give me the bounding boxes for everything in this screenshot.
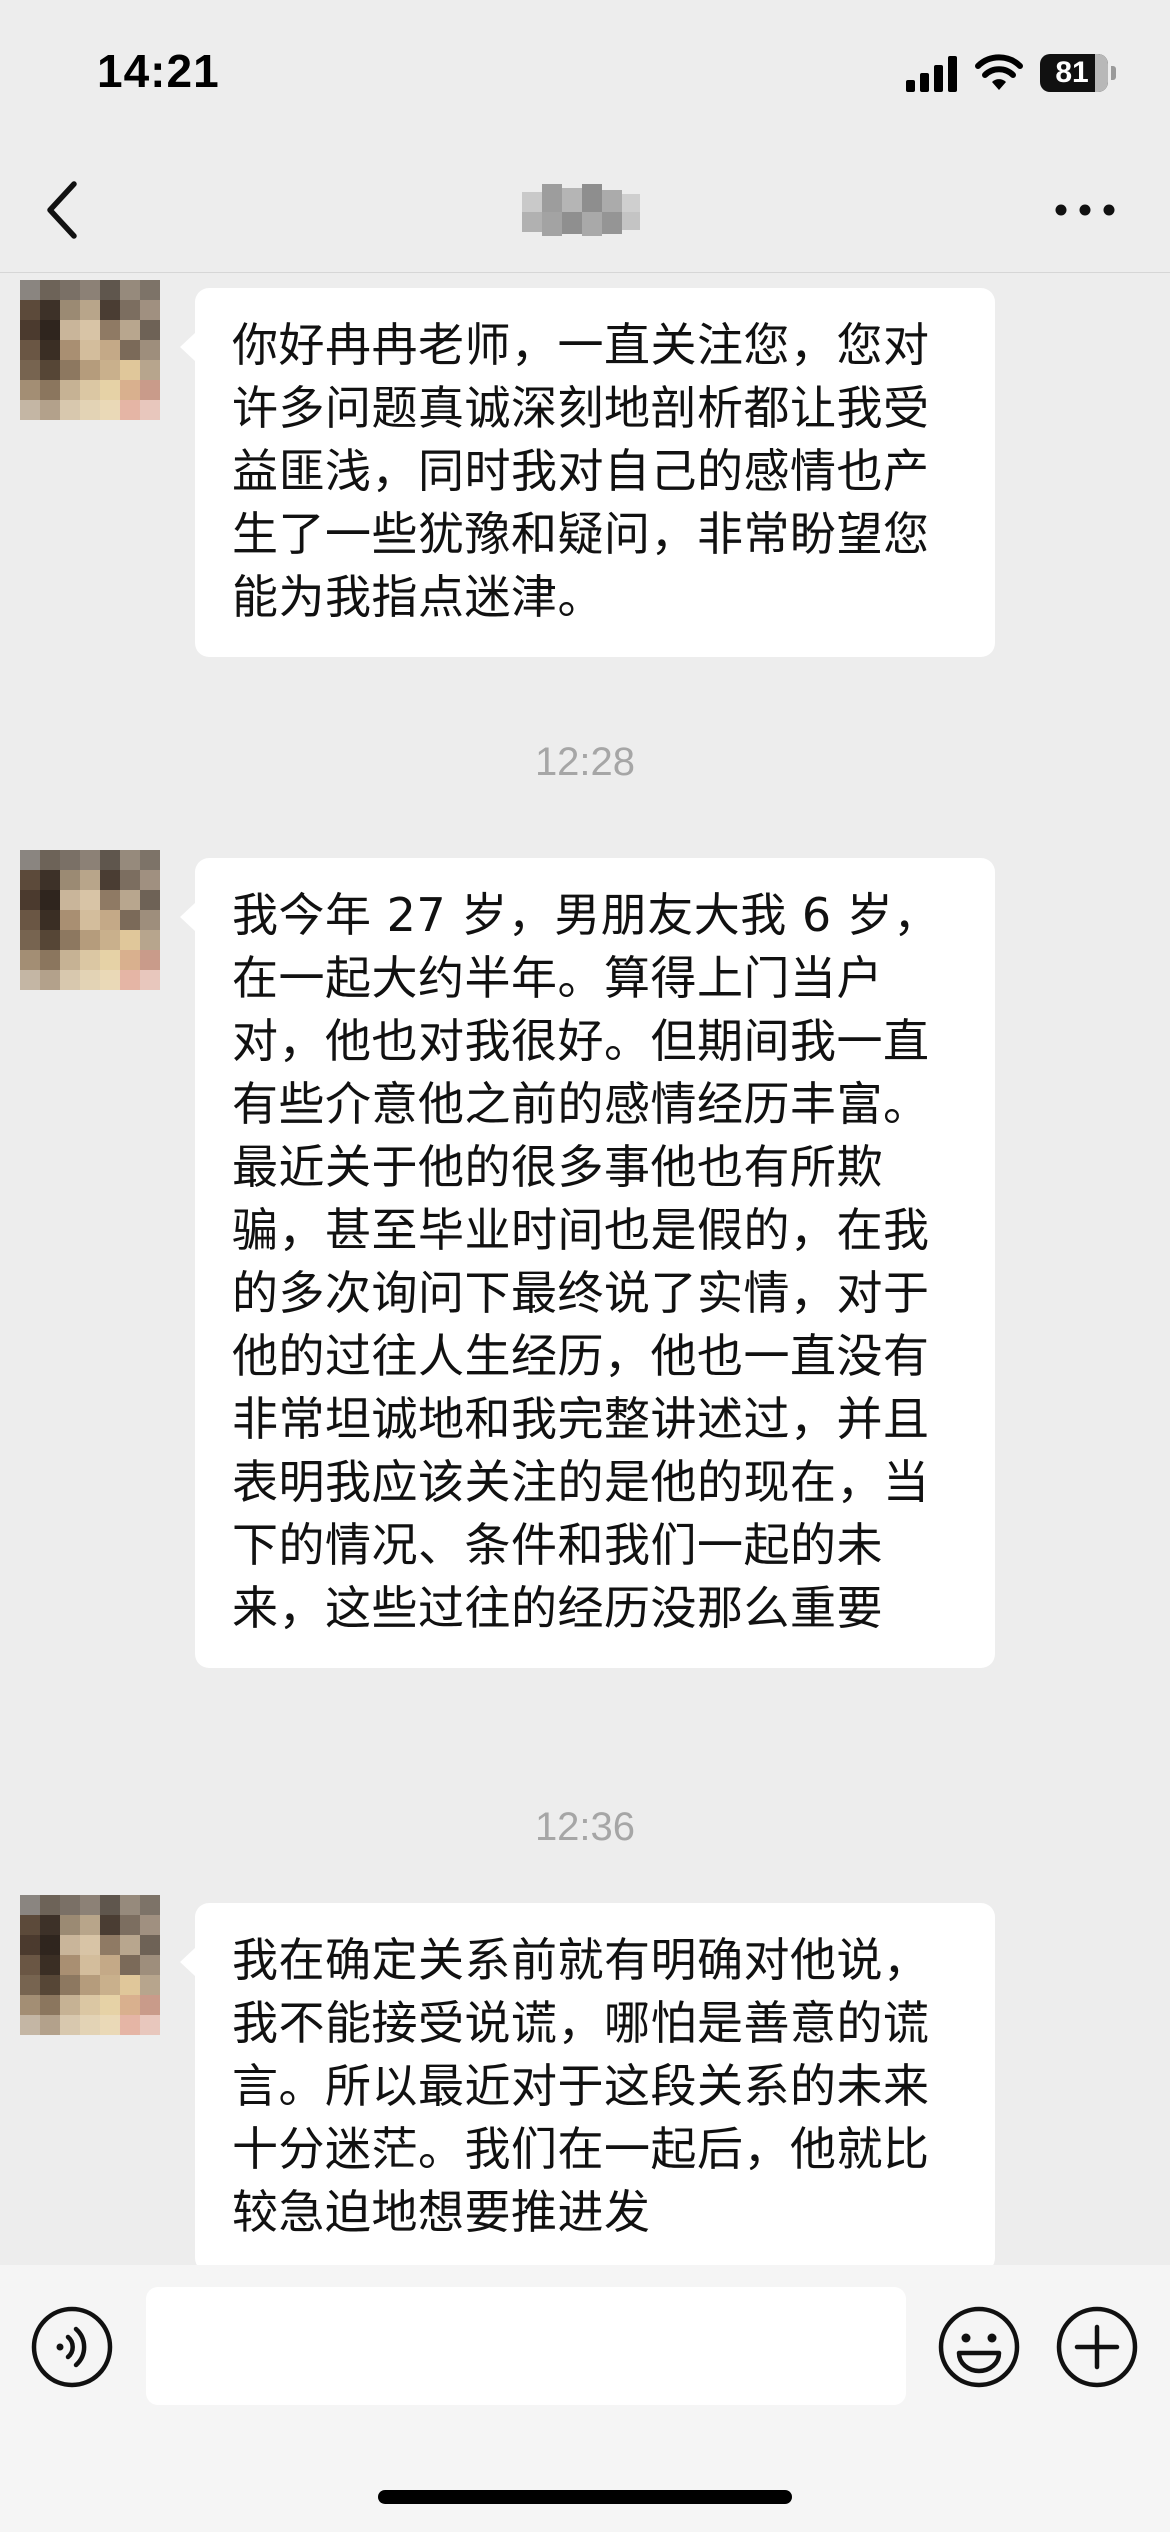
chat-message-list[interactable]: 你好冉冉老师，一直关注您，您对许多问题真诚深刻地剖析都让我受益匪浅，同时我对自己… (0, 273, 1170, 2265)
voice-icon[interactable] (30, 2305, 114, 2389)
plus-icon[interactable] (1055, 2305, 1139, 2389)
avatar-blurred[interactable] (20, 1895, 160, 2035)
signal-icon (906, 56, 957, 92)
avatar-blurred[interactable] (20, 850, 160, 990)
message-input[interactable] (146, 2287, 906, 2405)
status-time: 14:21 (97, 45, 220, 97)
chat-timestamp: 12:28 (534, 740, 636, 784)
home-indicator[interactable] (378, 2490, 792, 2504)
more-dots-icon[interactable] (1052, 190, 1118, 230)
message-text: 你好冉冉老师，一直关注您，您对许多问题真诚深刻地剖析都让我受益匪浅，同时我对自己… (232, 318, 930, 624)
nav-bar (0, 150, 1170, 273)
message-bubble[interactable]: 我今年 27 岁，男朋友大我 6 岁，在一起大约半年。算得上门当户对，他也对我很… (180, 858, 995, 1668)
battery-icon: 81 (1040, 54, 1118, 92)
message-text: 我在确定关系前就有明确对他说，我不能接受说谎，哪怕是善意的谎言。所以最近对于这段… (232, 1933, 930, 2239)
battery-level: 81 (1055, 56, 1089, 89)
message-bubble[interactable]: 你好冉冉老师，一直关注您，您对许多问题真诚深刻地剖析都让我受益匪浅，同时我对自己… (180, 288, 995, 657)
avatar-blurred[interactable] (20, 280, 160, 420)
emoji-icon[interactable] (937, 2305, 1021, 2389)
wifi-icon (975, 54, 1023, 90)
input-bar (0, 2265, 1170, 2532)
chat-timestamp: 12:36 (534, 1805, 636, 1849)
message-bubble[interactable]: 我在确定关系前就有明确对他说，我不能接受说谎，哪怕是善意的谎言。所以最近对于这段… (180, 1903, 995, 2265)
back-chevron-icon[interactable] (38, 172, 98, 248)
status-bar: 14:21 81 (0, 0, 1170, 150)
message-text: 我今年 27 岁，男朋友大我 6 岁，在一起大约半年。算得上门当户对，他也对我很… (232, 888, 940, 1635)
nav-title-blurred (522, 184, 640, 236)
